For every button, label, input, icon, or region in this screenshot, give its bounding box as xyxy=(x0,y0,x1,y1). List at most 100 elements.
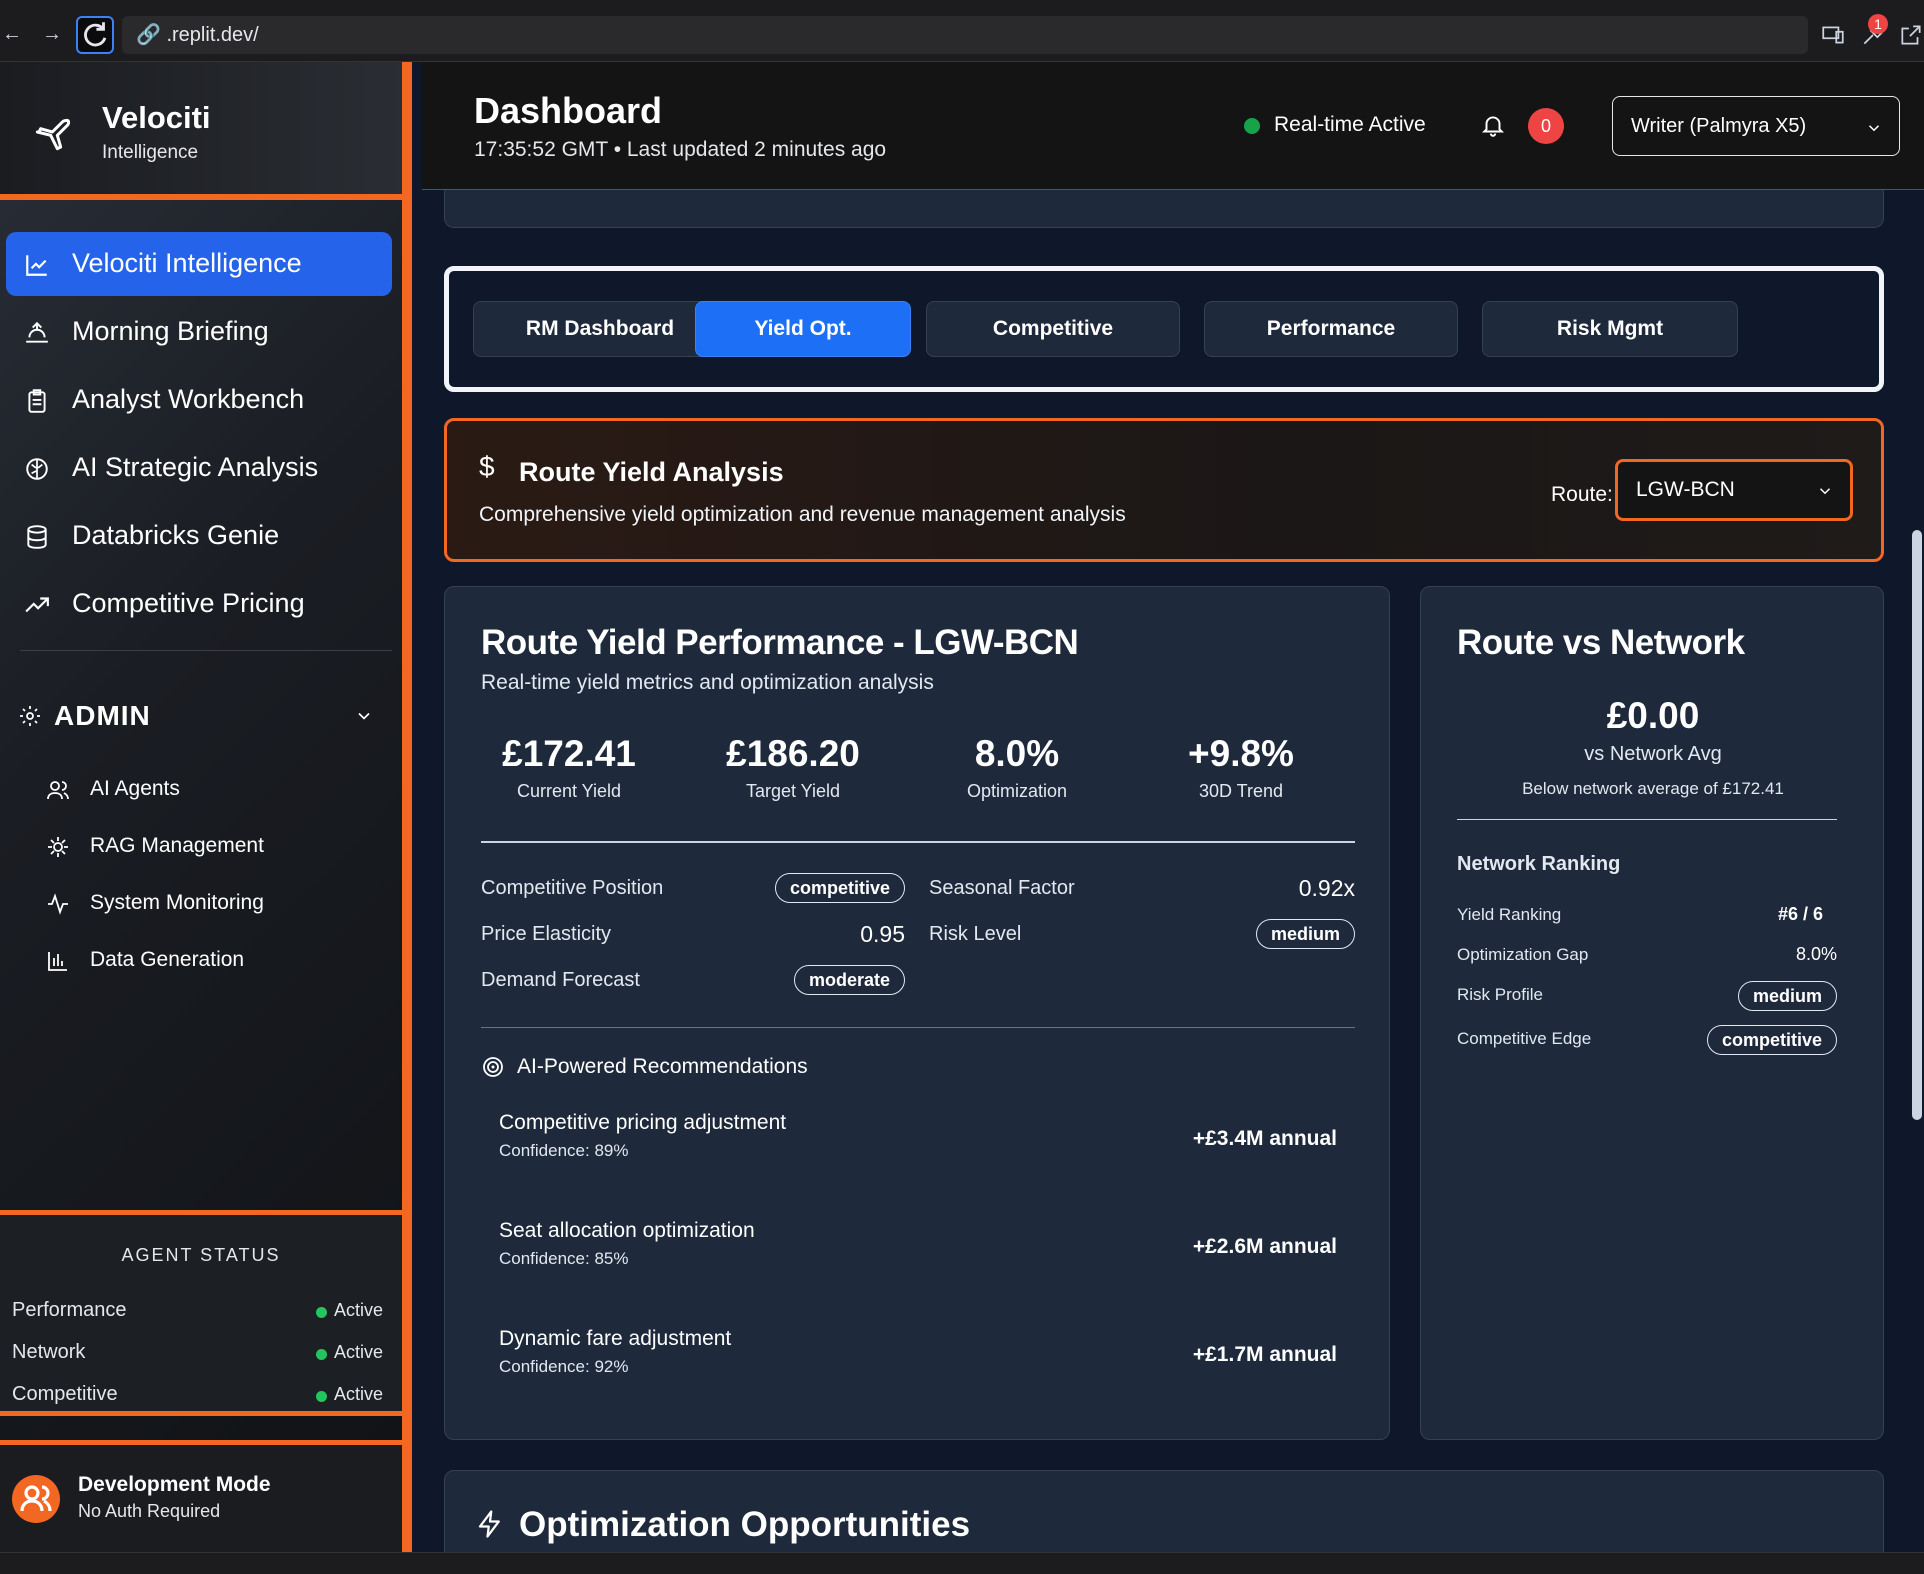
sidebar-item-system-monitoring[interactable]: System Monitoring xyxy=(46,884,386,924)
route-vs-network-card: Route vs Network £0.00 vs Network Avg Be… xyxy=(1420,586,1884,1440)
sidebar-subitem-label: System Monitoring xyxy=(90,891,264,914)
route-select[interactable]: LGW-BCN xyxy=(1615,459,1853,521)
recommendation-item[interactable]: Dynamic fare adjustment Confidence: 92% … xyxy=(499,1327,1337,1397)
forward-arrow-icon[interactable]: → xyxy=(40,22,64,46)
sidebar-item-competitive-pricing[interactable]: Competitive Pricing xyxy=(6,572,392,636)
kv-seasonal-factor: Seasonal Factor 0.92x xyxy=(929,871,1355,907)
browser-toolbar: ← → 🔗 .replit.dev/ 1 xyxy=(0,0,1924,62)
admin-label: ADMIN xyxy=(54,700,151,731)
agent-status-panel: AGENT STATUS Performance Active Network … xyxy=(0,1210,402,1416)
status-dot xyxy=(1244,118,1260,134)
ranking-key: Risk Profile xyxy=(1457,985,1543,1004)
recommendation-confidence: Confidence: 92% xyxy=(499,1357,629,1376)
scrollbar[interactable] xyxy=(1912,530,1922,1120)
card-title: Route Yield Performance - LGW-BCN xyxy=(481,623,1079,662)
recommendation-confidence: Confidence: 85% xyxy=(499,1249,629,1268)
card-subtitle: Real-time yield metrics and optimization… xyxy=(481,671,934,694)
recommendation-confidence: Confidence: 89% xyxy=(499,1141,629,1160)
card-title: Optimization Opportunities xyxy=(519,1505,971,1544)
agent-status: Active xyxy=(334,1384,384,1404)
cog-icon xyxy=(48,837,68,857)
address-bar[interactable]: 🔗 .replit.dev/ xyxy=(122,16,1808,54)
activity-icon xyxy=(48,893,68,915)
sidebar-item-label: AI Strategic Analysis xyxy=(72,452,319,482)
tab-competitive[interactable]: Competitive xyxy=(926,301,1180,357)
ranking-row: Competitive Edge competitive xyxy=(1457,1023,1837,1057)
divider xyxy=(1457,819,1837,820)
section-description: Comprehensive yield optimization and rev… xyxy=(479,503,1126,526)
clipboard-icon xyxy=(28,389,46,413)
reload-button[interactable] xyxy=(76,16,114,54)
external-link-icon[interactable] xyxy=(1898,22,1924,48)
line-chart-icon xyxy=(26,255,47,276)
kv-key: Seasonal Factor xyxy=(929,877,1075,899)
sidebar-item-velociti-intelligence[interactable]: Velociti Intelligence xyxy=(6,232,392,296)
kv-value: 0.95 xyxy=(860,921,905,947)
dashboard-tabs: RM Dashboard Yield Opt. Competitive Perf… xyxy=(444,266,1884,392)
kv-key: Competitive Position xyxy=(481,877,664,899)
avatar xyxy=(12,1475,60,1523)
plane-icon xyxy=(35,118,71,151)
link-icon: 🔗 xyxy=(136,24,161,46)
recommendation-item[interactable]: Competitive pricing adjustment Confidenc… xyxy=(499,1111,1337,1181)
divider xyxy=(481,1027,1355,1028)
sidebar-item-databricks-genie[interactable]: Databricks Genie xyxy=(6,504,392,568)
ranking-row: Optimization Gap 8.0% xyxy=(1457,939,1837,973)
metric-label: Target Yield xyxy=(745,781,841,801)
route-label: Route: xyxy=(1551,483,1613,506)
tab-rm-dashboard[interactable]: RM Dashboard xyxy=(473,301,727,357)
tab-performance[interactable]: Performance xyxy=(1204,301,1458,357)
sidebar-item-ai-agents[interactable]: AI Agents xyxy=(46,770,386,810)
status-badge: competitive xyxy=(1706,1025,1837,1055)
status-badge: competitive xyxy=(774,873,905,903)
recommendation-impact: +£2.6M annual xyxy=(1192,1235,1337,1258)
main-content: RM Dashboard Yield Opt. Competitive Perf… xyxy=(422,190,1922,1552)
metric-value: +9.8% xyxy=(1188,733,1294,774)
agent-status: Active xyxy=(334,1300,384,1320)
network-ranking-title: Network Ranking xyxy=(1457,853,1621,875)
page-title: Dashboard xyxy=(474,90,663,131)
brand-tagline: Intelligence xyxy=(102,142,199,163)
model-select-value: Writer (Palmyra X5) xyxy=(1631,115,1807,137)
sidebar-item-ai-strategic-analysis[interactable]: AI Strategic Analysis xyxy=(6,436,392,500)
kv-demand-forecast: Demand Forecast moderate xyxy=(481,963,905,999)
chevron-down-icon xyxy=(1868,125,1880,132)
status-badge: medium xyxy=(1255,919,1355,949)
card-title: Route vs Network xyxy=(1457,623,1745,662)
sidebar-item-data-generation[interactable]: Data Generation xyxy=(46,941,386,981)
sidebar-item-rag-management[interactable]: RAG Management xyxy=(46,827,386,867)
kv-value: 0.92x xyxy=(1298,875,1355,901)
dollar-icon: $ xyxy=(479,451,495,482)
bell-icon[interactable] xyxy=(1480,112,1506,138)
dev-mode-subtitle: No Auth Required xyxy=(78,1501,221,1521)
recommendation-impact: +£1.7M annual xyxy=(1192,1343,1337,1366)
kv-risk-level: Risk Level medium xyxy=(929,917,1355,953)
metric-optimization: 8.0% Optimization xyxy=(905,733,1129,802)
admin-section-toggle[interactable]: ADMIN xyxy=(18,698,392,738)
tab-risk-mgmt[interactable]: Risk Mgmt xyxy=(1482,301,1738,357)
sidebar-item-analyst-workbench[interactable]: Analyst Workbench xyxy=(6,368,392,432)
route-yield-analysis-header: $ Route Yield Analysis Comprehensive yie… xyxy=(444,418,1884,562)
notification-count-badge[interactable]: 0 xyxy=(1528,108,1564,144)
metric-label: 30D Trend xyxy=(1198,781,1284,801)
database-icon xyxy=(27,525,47,549)
agent-status-row: Performance Active xyxy=(12,1295,388,1325)
recommendation-item[interactable]: Seat allocation optimization Confidence:… xyxy=(499,1219,1337,1289)
tab-yield-opt[interactable]: Yield Opt. xyxy=(695,301,911,357)
sidebar-item-morning-briefing[interactable]: Morning Briefing xyxy=(6,300,392,364)
last-updated: 17:35:52 GMT • Last updated 2 minutes ag… xyxy=(474,138,887,161)
target-icon xyxy=(483,1057,503,1077)
sidebar-subitem-label: Data Generation xyxy=(90,948,245,971)
sidebar: Velociti Intelligence Velociti Intellige… xyxy=(0,62,412,1552)
back-arrow-icon[interactable]: ← xyxy=(0,22,24,46)
brain-icon xyxy=(26,458,48,480)
status-badge: medium xyxy=(1737,981,1837,1011)
model-select[interactable]: Writer (Palmyra X5) xyxy=(1612,96,1900,156)
reload-icon xyxy=(84,22,107,47)
agent-status-row: Network Active xyxy=(12,1337,388,1367)
devices-icon[interactable] xyxy=(1820,22,1846,48)
metric-value: 8.0% xyxy=(974,733,1060,774)
ranking-key: Yield Ranking xyxy=(1457,905,1562,924)
status-dot xyxy=(316,1307,327,1318)
sidebar-item-label: Morning Briefing xyxy=(72,316,269,346)
